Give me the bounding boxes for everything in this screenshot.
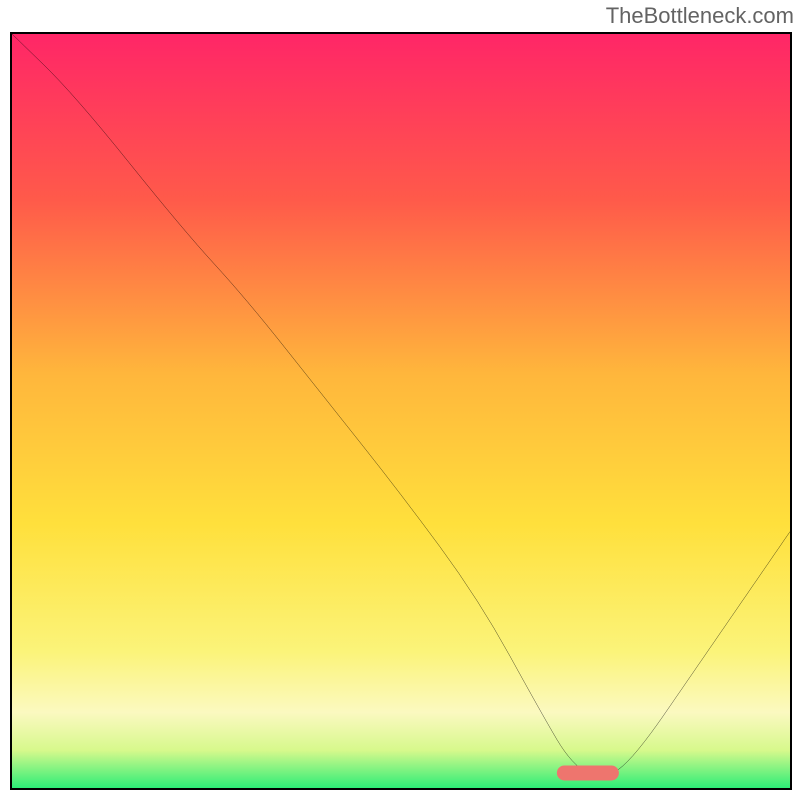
watermark-text: TheBottleneck.com: [606, 3, 794, 29]
chart-plot: [12, 34, 790, 788]
chart-frame: [10, 32, 792, 790]
gradient-background: [12, 34, 790, 788]
optimal-marker: [557, 765, 619, 780]
